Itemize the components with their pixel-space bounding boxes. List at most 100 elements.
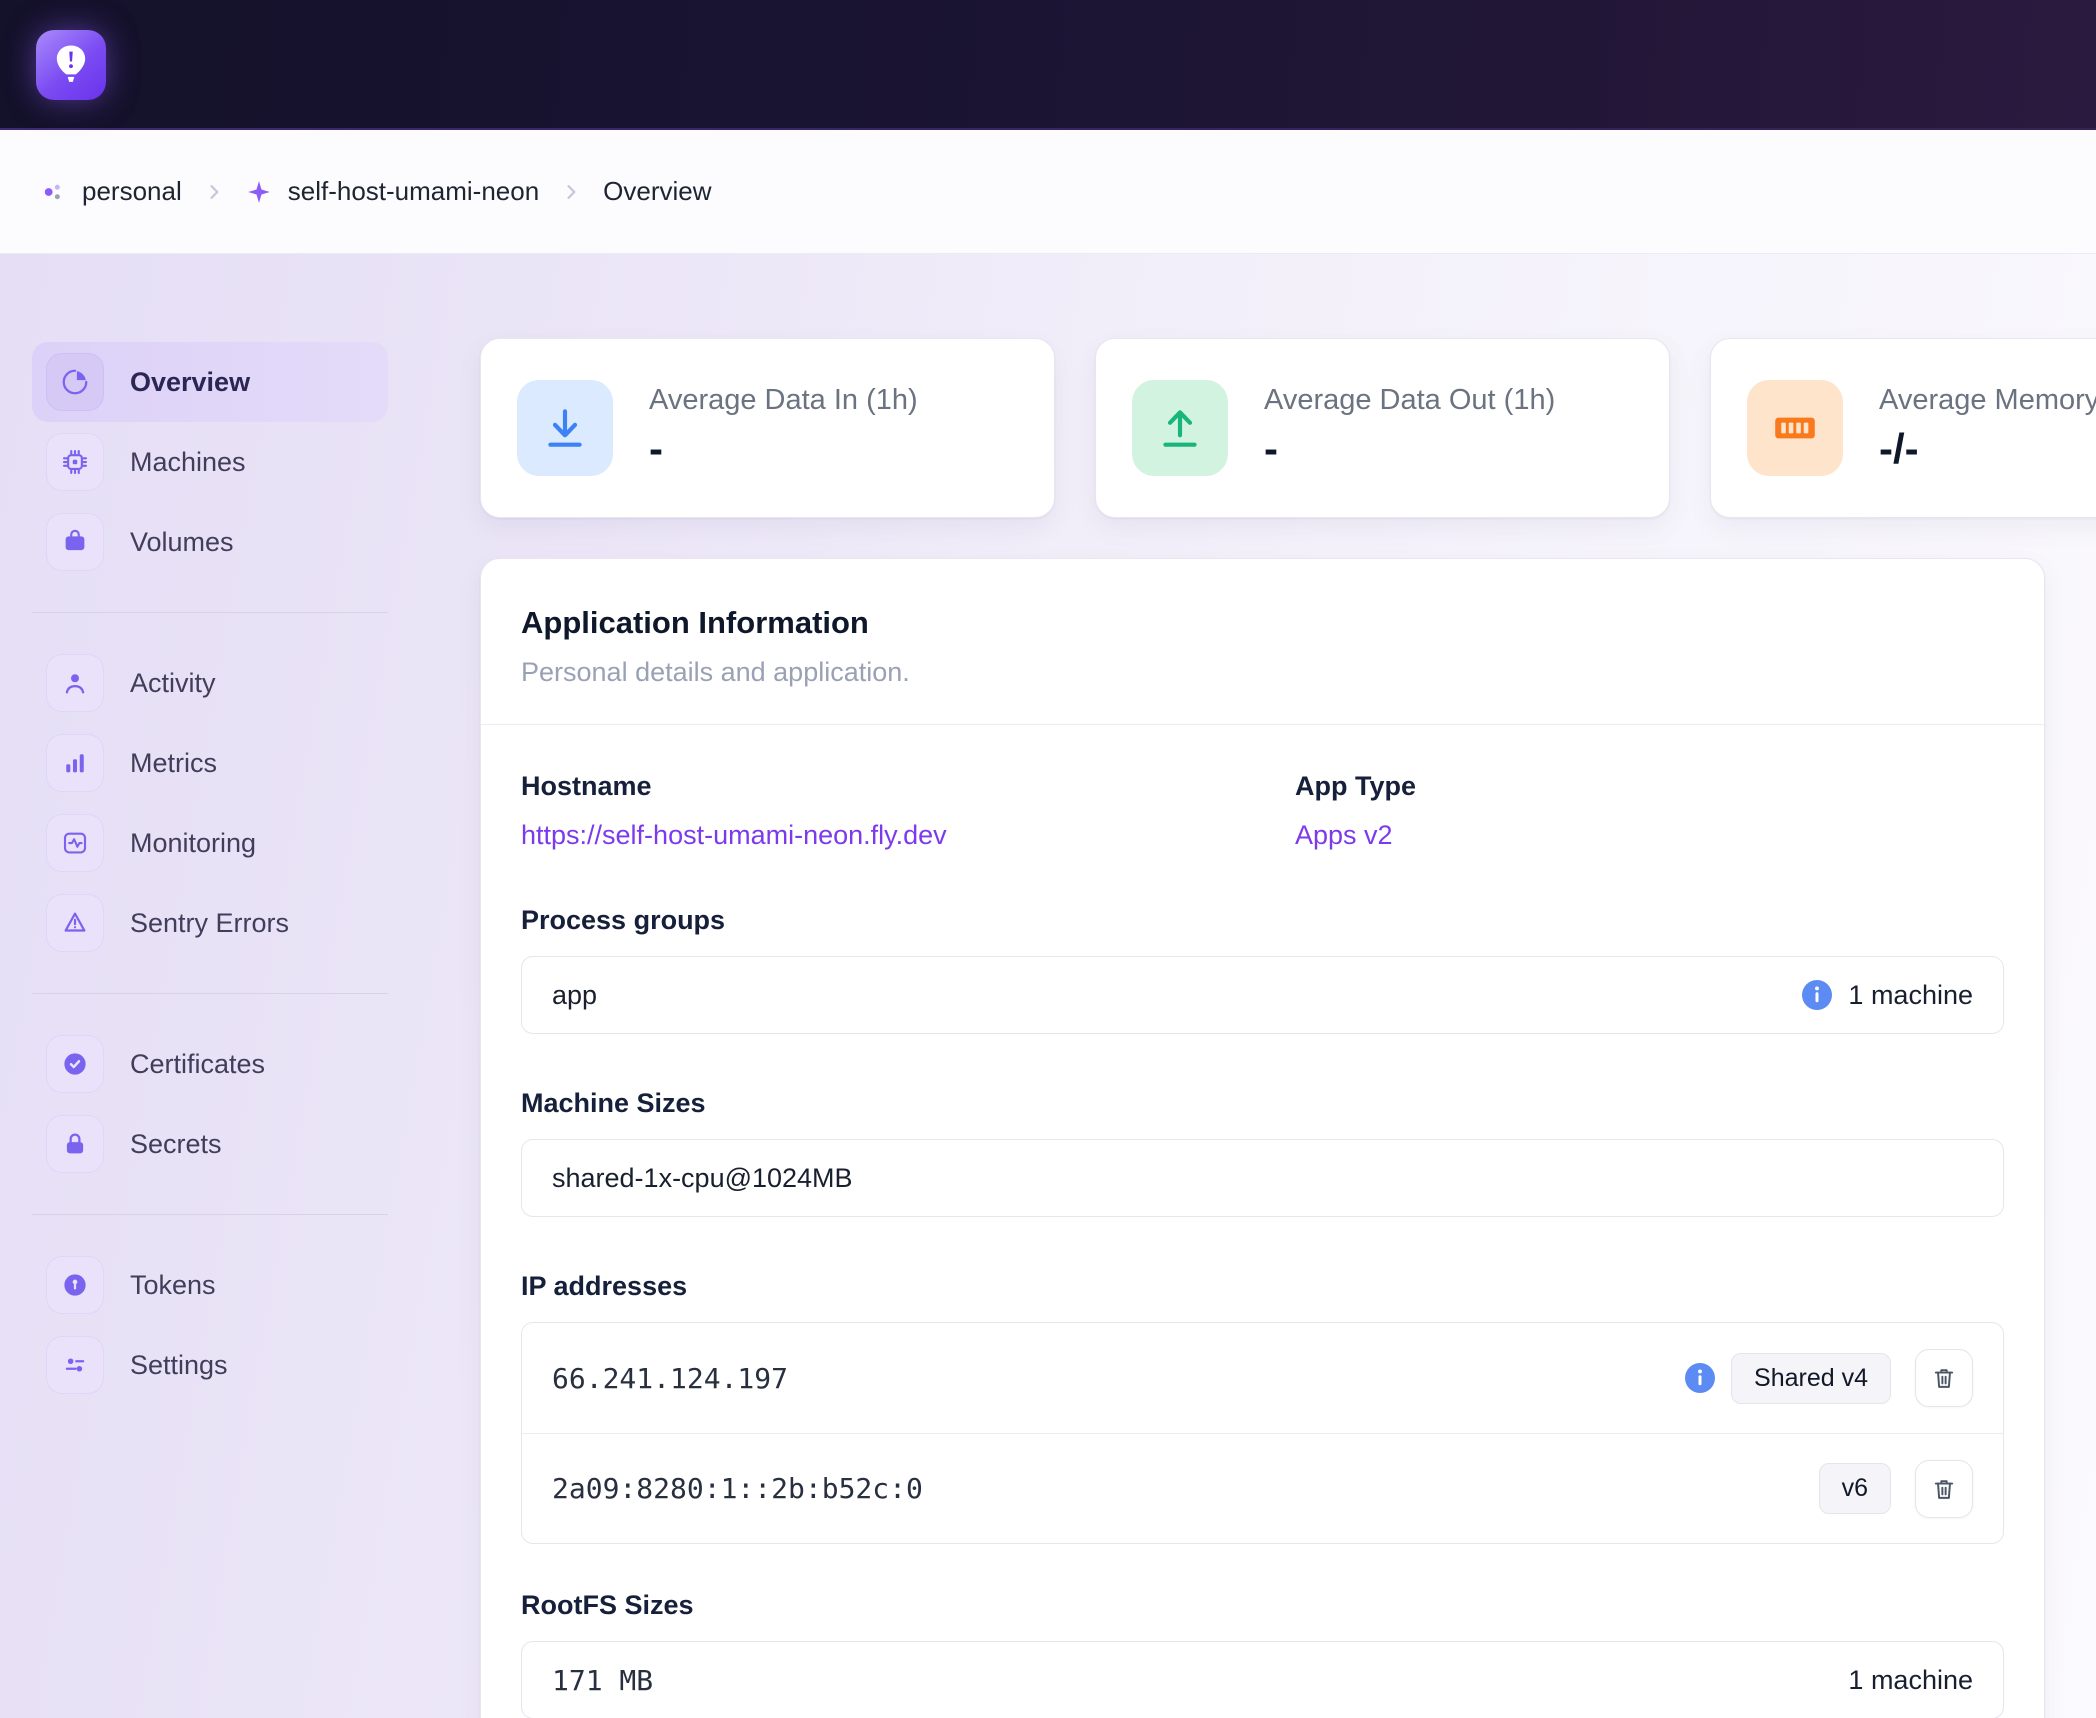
fly-logo[interactable] — [36, 30, 106, 100]
rootfs-size-row: 171 MB 1 machine — [521, 1641, 2004, 1718]
ip-type-badge: v6 — [1819, 1463, 1891, 1514]
sidebar-item-label: Certificates — [130, 1049, 265, 1080]
hostname-field: Hostname https://self-host-umami-neon.fl… — [521, 771, 1295, 851]
sidebar-item-label: Activity — [130, 668, 216, 699]
bar-chart-icon — [46, 734, 104, 792]
pie-chart-icon — [46, 353, 104, 411]
hostname-apptype-row: Hostname https://self-host-umami-neon.fl… — [521, 771, 2004, 851]
sidebar-item-secrets[interactable]: Secrets — [32, 1104, 388, 1184]
breadcrumb-org[interactable]: personal — [40, 176, 182, 207]
trash-icon — [1931, 1365, 1957, 1391]
memory-icon — [1747, 380, 1843, 476]
sidebar-item-monitoring[interactable]: Monitoring — [32, 803, 388, 883]
stat-value: -/- — [1879, 425, 2096, 473]
rootfs-size-value: 171 MB — [552, 1664, 653, 1697]
sidebar-item-label: Overview — [130, 367, 250, 398]
pulse-monitor-icon — [46, 814, 104, 872]
chevron-right-icon — [561, 182, 581, 202]
sidebar-item-label: Monitoring — [130, 828, 256, 859]
info-icon[interactable] — [1685, 1363, 1715, 1393]
stat-card-data-in: Average Data In (1h) - — [480, 338, 1055, 518]
ip-row: 2a09:8280:1::2b:b52c:0 v6 — [522, 1433, 2003, 1543]
ip-addresses-label: IP addresses — [521, 1271, 2004, 1302]
breadcrumb-app-label: self-host-umami-neon — [288, 176, 539, 207]
activity-user-icon — [46, 654, 104, 712]
process-groups-label: Process groups — [521, 905, 2004, 936]
stat-label: Average Data Out (1h) — [1264, 384, 1555, 417]
card-header: Application Information Personal details… — [481, 559, 2044, 724]
ip-address-value: 66.241.124.197 — [552, 1362, 788, 1395]
sparkle-icon — [246, 179, 272, 205]
ip-addresses-list: 66.241.124.197 Shared v4 — [521, 1322, 2004, 1544]
sidebar: Overview Machines Volumes — [0, 254, 480, 1718]
stat-card-memory: Average Memory -/- — [1710, 338, 2096, 518]
machine-sizes-label: Machine Sizes — [521, 1088, 2004, 1119]
volumes-icon — [46, 513, 104, 571]
sidebar-item-label: Metrics — [130, 748, 217, 779]
sidebar-item-metrics[interactable]: Metrics — [32, 723, 388, 803]
key-icon — [46, 1256, 104, 1314]
delete-ip-button[interactable] — [1915, 1349, 1973, 1407]
stat-value: - — [649, 425, 918, 473]
breadcrumb: personal self-host-umami-neon Overview — [0, 130, 2096, 254]
sidebar-item-volumes[interactable]: Volumes — [32, 502, 388, 582]
sidebar-item-activity[interactable]: Activity — [32, 643, 388, 723]
card-body: Hostname https://self-host-umami-neon.fl… — [481, 725, 2044, 1718]
hostname-label: Hostname — [521, 771, 1295, 802]
process-group-machine-count: 1 machine — [1848, 980, 1973, 1011]
stat-value: - — [1264, 425, 1555, 473]
process-groups-section: Process groups app 1 machine — [521, 905, 2004, 1034]
sidebar-item-label: Volumes — [130, 527, 234, 558]
badge-check-icon — [46, 1035, 104, 1093]
breadcrumb-app[interactable]: self-host-umami-neon — [246, 176, 539, 207]
stats-row: Average Data In (1h) - Average Data Out … — [480, 338, 2096, 518]
main-content: Average Data In (1h) - Average Data Out … — [480, 254, 2096, 1718]
hostname-link[interactable]: https://self-host-umami-neon.fly.dev — [521, 820, 947, 851]
sidebar-divider — [32, 612, 388, 613]
stat-label: Average Memory — [1879, 384, 2096, 417]
sidebar-item-certificates[interactable]: Certificates — [32, 1024, 388, 1104]
ip-row: 66.241.124.197 Shared v4 — [522, 1323, 2003, 1433]
machine-sizes-section: Machine Sizes shared-1x-cpu@1024MB — [521, 1088, 2004, 1217]
sliders-icon — [46, 1336, 104, 1394]
machine-size-row: shared-1x-cpu@1024MB — [521, 1139, 2004, 1217]
application-information-card: Application Information Personal details… — [480, 558, 2045, 1718]
sidebar-item-label: Sentry Errors — [130, 908, 289, 939]
rootfs-sizes-section: RootFS Sizes 171 MB 1 machine — [521, 1590, 2004, 1718]
rootfs-sizes-label: RootFS Sizes — [521, 1590, 2004, 1621]
process-group-name: app — [552, 980, 597, 1011]
process-group-row: app 1 machine — [521, 956, 2004, 1034]
org-dots-icon — [40, 179, 66, 205]
sidebar-item-label: Machines — [130, 447, 246, 478]
ip-addresses-section: IP addresses 66.241.124.197 Shared v4 — [521, 1271, 2004, 1544]
breadcrumb-page: Overview — [603, 176, 711, 207]
app-type-field: App Type Apps v2 — [1295, 771, 2004, 851]
sidebar-item-label: Tokens — [130, 1270, 216, 1301]
card-title: Application Information — [521, 605, 2004, 641]
ip-address-value: 2a09:8280:1::2b:b52c:0 — [552, 1472, 923, 1505]
top-navbar — [0, 0, 2096, 130]
sidebar-item-label: Settings — [130, 1350, 228, 1381]
chevron-right-icon — [204, 182, 224, 202]
sidebar-item-label: Secrets — [130, 1129, 222, 1160]
chip-icon — [46, 433, 104, 491]
sidebar-divider — [32, 993, 388, 994]
sidebar-item-tokens[interactable]: Tokens — [32, 1245, 388, 1325]
ip-type-badge: Shared v4 — [1731, 1353, 1891, 1404]
stat-label: Average Data In (1h) — [649, 384, 918, 417]
info-icon[interactable] — [1802, 980, 1832, 1010]
delete-ip-button[interactable] — [1915, 1460, 1973, 1518]
machine-size-value: shared-1x-cpu@1024MB — [552, 1163, 853, 1194]
app-type-label: App Type — [1295, 771, 2004, 802]
sidebar-item-settings[interactable]: Settings — [32, 1325, 388, 1405]
lock-icon — [46, 1115, 104, 1173]
card-subtitle: Personal details and application. — [521, 657, 2004, 688]
sidebar-divider — [32, 1214, 388, 1215]
breadcrumb-page-label: Overview — [603, 176, 711, 207]
app-type-link[interactable]: Apps v2 — [1295, 820, 1393, 851]
sidebar-item-machines[interactable]: Machines — [32, 422, 388, 502]
download-icon — [517, 380, 613, 476]
upload-icon — [1132, 380, 1228, 476]
sidebar-item-overview[interactable]: Overview — [32, 342, 388, 422]
sidebar-item-sentry-errors[interactable]: Sentry Errors — [32, 883, 388, 963]
